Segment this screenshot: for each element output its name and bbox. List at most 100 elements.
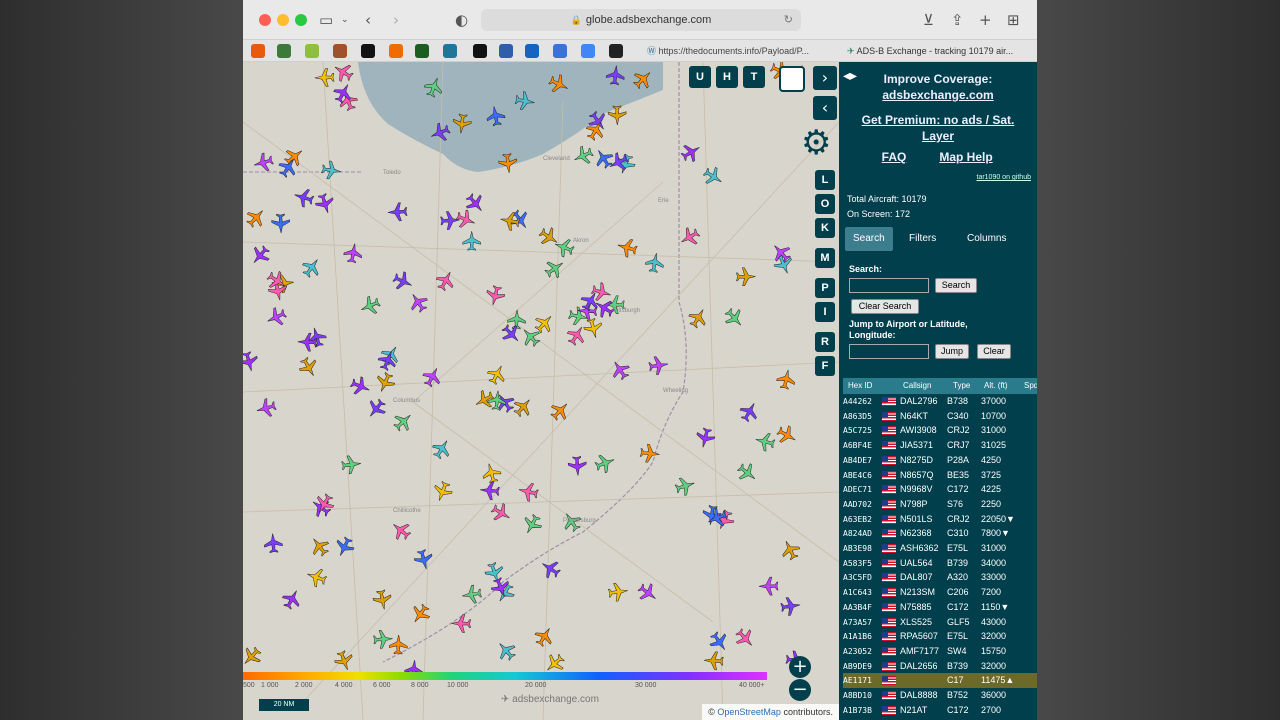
aircraft-icon[interactable] [264,533,283,554]
aircraft-icon[interactable] [758,576,779,596]
aircraft-icon[interactable] [243,350,260,373]
aircraft-icon[interactable] [296,355,321,380]
map-help-link[interactable]: Map Help [867,150,1037,164]
aircraft-icon[interactable] [591,145,616,171]
table-row[interactable]: AA3B4F N75885 C172 1150▼ [843,600,1037,615]
aircraft-icon[interactable] [243,204,269,230]
favorite-site-icon[interactable] [443,44,457,58]
aircraft-icon[interactable] [407,601,433,627]
aircraft-icon[interactable] [292,186,315,209]
table-row[interactable]: AAD702 N798P S76 2250 [843,497,1037,512]
download-icon[interactable]: ⊻ [923,10,934,30]
improve-coverage-link[interactable]: adsbexchange.com [839,88,1037,102]
minimize-window-button[interactable] [277,14,289,26]
aircraft-icon[interactable] [299,254,325,280]
aircraft-icon[interactable] [387,202,408,222]
favorite-site-icon[interactable] [525,44,539,58]
table-row[interactable]: ADEC71 N9968V C172 4225 [843,482,1037,497]
aircraft-icon[interactable] [391,269,416,293]
chevron-down-icon[interactable]: ⌄ [341,10,349,30]
table-row[interactable]: A583F5 UAL564 B739 34000 [843,556,1037,571]
shield-icon[interactable]: ◐ [455,10,468,30]
col-altitude[interactable]: Alt. (ft) [984,381,1008,390]
table-row[interactable]: A3C5FD DAL807 A320 33000 [843,570,1037,585]
aircraft-icon[interactable] [582,317,604,340]
aircraft-icon[interactable] [358,294,383,318]
tab-overview-icon[interactable]: ⊞ [1007,10,1020,30]
expand-right-button[interactable]: › [813,66,837,90]
aircraft-icon[interactable] [701,164,727,189]
forward-icon[interactable]: › [393,10,399,30]
zoom-out-button[interactable]: − [789,679,811,701]
table-row[interactable]: A863D5 N64KT C340 10700 [843,409,1037,424]
toggle-button-f[interactable]: F [815,356,835,376]
premium-link-line2[interactable]: Layer [839,129,1037,143]
aircraft-icon[interactable] [254,397,277,420]
favorite-site-icon[interactable] [389,44,403,58]
table-row[interactable]: A824AD N62368 C310 7800▼ [843,526,1037,541]
tab-inactive[interactable]: Ⓦ https://thedocuments.info/Payload/P... [647,43,841,59]
aircraft-icon[interactable] [252,151,275,174]
aircraft-icon[interactable] [686,305,711,331]
aircraft-icon[interactable] [247,242,273,268]
address-bar[interactable]: 🔒 globe.adsbexchange.com ↻ [481,9,801,31]
favorite-site-icon[interactable] [415,44,429,58]
favorite-site-icon[interactable] [277,44,291,58]
favorite-site-icon[interactable] [251,44,265,58]
aircraft-icon[interactable] [440,211,460,230]
aircraft-icon[interactable] [780,596,801,616]
aircraft-icon[interactable] [517,481,540,503]
close-window-button[interactable] [259,14,271,26]
aircraft-icon[interactable] [479,481,500,501]
aircraft-icon[interactable] [348,374,373,398]
table-row[interactable]: A23052 AMF7177 SW4 15750 [843,644,1037,659]
aircraft-icon[interactable] [461,584,483,605]
aircraft-icon[interactable] [571,144,596,168]
osm-link[interactable]: OpenStreetMap [717,707,781,717]
jump-input[interactable] [849,344,929,359]
toggle-button-r[interactable]: R [815,332,835,352]
tab-active[interactable]: ✈ ADS-B Exchange - tracking 10179 air... [847,43,1033,59]
aircraft-icon[interactable] [644,252,665,274]
favorite-site-icon[interactable] [361,44,375,58]
table-row[interactable]: ABE4C6 N8657Q BE35 3725 [843,468,1037,483]
favorite-site-icon[interactable] [333,44,347,58]
aircraft-icon[interactable] [753,431,776,453]
toggle-button-p[interactable]: P [815,278,835,298]
github-link[interactable]: tar1090 on github [977,174,1032,181]
tab-columns[interactable]: Columns [959,227,1014,251]
col-hex-id[interactable]: Hex ID [848,381,872,390]
toggle-button-l[interactable]: L [815,170,835,190]
aircraft-icon[interactable] [567,456,587,476]
aircraft-icon[interactable] [737,399,762,424]
col-speed[interactable]: Spd [1024,381,1037,390]
map-view[interactable]: Toledo Cleveland Akron Columbus Pittsburgh Wh… [243,62,839,720]
aircraft-icon[interactable] [774,423,799,448]
aircraft-icon[interactable] [778,537,803,562]
aircraft-icon[interactable] [314,192,337,216]
aircraft-icon[interactable] [520,512,545,537]
layer-button-h[interactable]: H [716,66,738,88]
tab-filters[interactable]: Filters [901,227,944,251]
map-canvas[interactable]: Toledo Cleveland Akron Columbus Pittsburgh Wh… [243,62,839,720]
jump-button[interactable]: Jump [935,344,969,359]
aircraft-icon[interactable] [271,213,290,234]
back-icon[interactable]: ‹ [365,10,371,30]
table-row[interactable]: AE1171 C17 11475▲ [843,673,1037,688]
aircraft-icon[interactable] [485,362,510,387]
aircraft-icon[interactable] [537,556,563,581]
collapse-left-button[interactable]: ‹ [813,96,837,120]
new-tab-icon[interactable]: + [979,10,992,30]
table-row[interactable]: A1C643 N213SM C206 7200 [843,585,1037,600]
aircraft-icon[interactable] [734,460,760,486]
table-row[interactable]: AB4DE7 N8275D P28A 4250 [843,453,1037,468]
favorite-site-icon[interactable] [499,44,513,58]
aircraft-icon[interactable] [243,644,265,670]
layer-button-u[interactable]: U [689,66,711,88]
aircraft-icon[interactable] [451,614,471,633]
favorite-site-icon[interactable] [581,44,595,58]
aircraft-icon[interactable] [493,637,519,663]
aircraft-icon[interactable] [388,517,414,543]
table-row[interactable]: A5C725 AWI3908 CRJ2 31000 [843,423,1037,438]
aircraft-icon[interactable] [677,225,703,250]
